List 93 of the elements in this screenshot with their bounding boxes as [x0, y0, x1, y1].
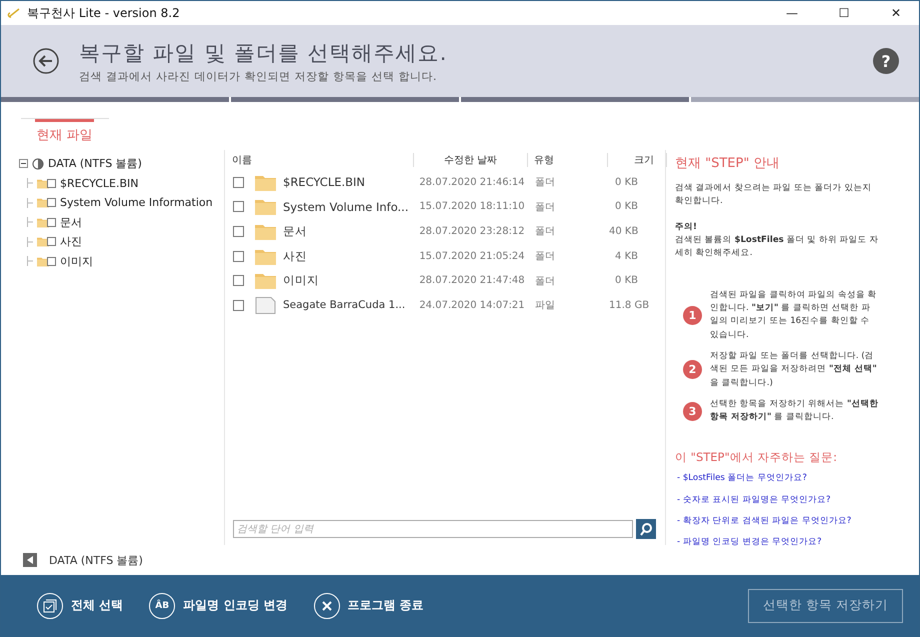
folder-icon: [255, 248, 276, 265]
back-button[interactable]: [23, 553, 37, 567]
window-control-button[interactable]: —: [769, 1, 815, 25]
footer-button[interactable]: 전체 선택: [37, 592, 124, 618]
search-button[interactable]: [636, 519, 656, 539]
encoding-icon: ÂB: [149, 592, 176, 618]
checkbox[interactable]: [47, 256, 56, 266]
table-cell-text: 폴더: [534, 200, 556, 214]
footer-button[interactable]: 프로그램 종료: [314, 592, 424, 618]
checkbox[interactable]: [47, 178, 56, 188]
table-cell-text: 파일: [534, 299, 556, 312]
tree-connector-icon: [27, 198, 33, 208]
file-name[interactable]: 문서: [283, 224, 415, 239]
back-icon[interactable]: [33, 48, 59, 74]
tree-connector-icon: [27, 256, 33, 266]
column-header[interactable]: 이름: [232, 153, 414, 167]
table-cell-text: 24.07.2020 14:07:21: [418, 300, 526, 311]
step-number: 3: [683, 402, 702, 421]
checkbox[interactable]: [233, 275, 244, 286]
folder-icon: [255, 222, 276, 240]
file-name[interactable]: 사진: [283, 248, 415, 264]
page-subtitle: 검색 결과에서 사라진 데이터가 확인되면 저장할 항목을 선택 합니다.: [79, 68, 438, 84]
faq-title: 이 "STEP"에서 자주하는 질문:: [675, 448, 838, 466]
folder-icon: [255, 272, 276, 290]
step-text: 검색된 파일을 클릭하여 파일의 속성을 확인합니다. "보기" 를 클릭하면 선택한 파일의 미리보기 또는 16진수를 확인할 수 있습니다.: [710, 288, 878, 342]
breadcrumb: DATA (NTFS 볼륨): [49, 552, 143, 568]
column-header[interactable]: 수정한 날짜: [414, 153, 528, 167]
tree-item[interactable]: $RECYCLE.BIN: [60, 176, 138, 190]
table-cell-text: 0 KB: [614, 176, 639, 188]
note-title: 주의!: [675, 220, 698, 234]
tree-item[interactable]: 사진: [60, 234, 82, 250]
checkbox[interactable]: [47, 198, 56, 208]
table-cell-text: 15.07.2020 18:11:10: [418, 201, 526, 212]
file-name[interactable]: System Volume Info...: [283, 200, 415, 214]
help-button[interactable]: ?: [873, 48, 899, 74]
tree-item[interactable]: System Volume Information: [60, 196, 213, 210]
checkbox[interactable]: [233, 176, 244, 188]
file-icon: [255, 296, 276, 314]
checkbox[interactable]: [47, 218, 56, 227]
table-cell-text: 28.07.2020 23:28:12: [418, 226, 526, 237]
window-control-button[interactable]: ☐: [821, 1, 867, 25]
tree-item[interactable]: DATA (NTFS 볼륨): [48, 156, 142, 172]
app-logo-icon: [7, 7, 21, 19]
table-cell-text: 28.07.2020 21:46:14: [418, 176, 526, 188]
step-number: 1: [683, 306, 702, 325]
faq-link[interactable]: - 파일명 인코딩 변경은 무엇인가요?: [677, 536, 879, 550]
table-cell-text: 15.07.2020 21:05:24: [418, 250, 526, 262]
file-name[interactable]: $RECYCLE.BIN: [283, 175, 415, 190]
step-text: 저장할 파일 또는 폴더를 선택합니다. (검색된 모든 파일을 저장하려면 "전체 선택" 을 클릭합니다.): [710, 350, 878, 390]
file-name[interactable]: 이미지: [283, 273, 415, 288]
table-cell-text: 0 KB: [614, 275, 639, 286]
tree-connector-icon: [27, 236, 33, 247]
guide-text: 검색 결과에서 찾으려는 파일 또는 폴더가 있는지 확인합니다.: [675, 182, 872, 208]
table-cell-text: 0 KB: [614, 201, 639, 212]
guide-title: 현재 "STEP" 안내: [675, 155, 780, 173]
tree-item[interactable]: 문서: [60, 214, 82, 230]
table-cell-text: 4 KB: [614, 250, 639, 262]
table-cell-text: 28.07.2020 21:47:48: [418, 275, 526, 286]
table-cell-text: 폴더: [534, 274, 556, 288]
close-icon: [314, 592, 340, 618]
file-name[interactable]: Seagate BarraCuda 1...: [283, 299, 415, 312]
page-title: 복구할 파일 및 폴더를 선택해주세요.: [79, 40, 448, 66]
folder-icon: [255, 198, 276, 216]
left-triangle-icon: [27, 556, 33, 564]
tree-item[interactable]: 이미지: [60, 254, 93, 269]
faq-link[interactable]: - 숫자로 표시된 파일명은 무엇인가요?: [677, 494, 879, 507]
drive-icon: [32, 158, 44, 170]
table-cell-text: 폴더: [534, 225, 556, 238]
column-header[interactable]: 크기: [608, 153, 667, 167]
search-field[interactable]: 검색할 단어 입력: [233, 520, 633, 538]
faq-link[interactable]: - 확장자 단위로 검색된 파일은 무엇인가요?: [677, 514, 879, 528]
tree-connector-icon: [27, 217, 33, 228]
table-cell-text: 40 KB: [609, 226, 640, 237]
table-cell-text: 폴더: [534, 250, 556, 264]
collapse-icon[interactable]: [19, 159, 28, 168]
select-all-icon: [37, 592, 63, 618]
step-number: 2: [683, 360, 702, 380]
window-title: 복구천사 Lite - version 8.2: [27, 4, 181, 22]
checkbox[interactable]: [233, 250, 244, 262]
window-control-button[interactable]: ✕: [873, 1, 919, 25]
checkbox[interactable]: [47, 237, 56, 246]
folder-icon: [255, 174, 276, 191]
checkbox[interactable]: [233, 201, 244, 212]
faq-link[interactable]: - $LostFiles 폴더는 무엇인가요?: [677, 472, 879, 486]
table-cell-text: 폴더: [534, 176, 556, 190]
tree-connector-icon: [27, 178, 33, 188]
checkbox[interactable]: [233, 226, 244, 237]
step-text: 선택한 항목을 저장하기 위해서는 "선택한 항목 저장하기" 를 클릭합니다.: [710, 398, 879, 424]
column-header[interactable]: 유형: [528, 153, 608, 167]
table-cell-text: 11.8 GB: [609, 300, 650, 311]
note-text: 검색된 볼륨의 $LostFiles 폴더 및 하위 파일도 자세히 확인해주세요.: [675, 234, 879, 260]
checkbox[interactable]: [233, 300, 244, 311]
footer-button[interactable]: ÂB 파일명 인코딩 변경: [149, 592, 288, 618]
